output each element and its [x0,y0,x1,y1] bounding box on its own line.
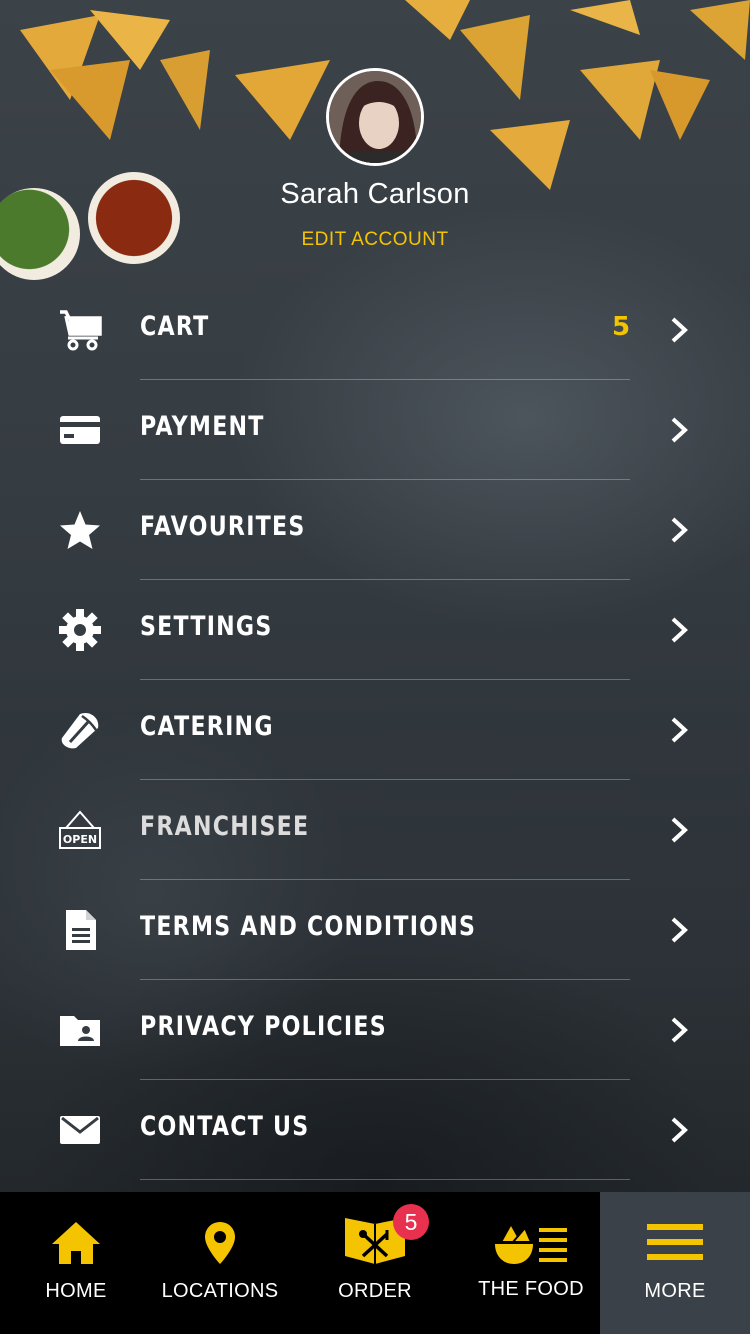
hamburger-icon [647,1224,703,1260]
open-sign-icon: OPEN [58,808,102,852]
menu-item-label: PAYMENT [140,411,265,442]
chevron-right-icon [671,1117,688,1143]
menu-item-label: FAVOURITES [140,511,306,542]
gear-icon [58,608,102,652]
cart-count-badge: 5 [612,312,631,342]
chevron-right-icon [671,917,688,943]
tab-label: THE FOOD [478,1278,584,1300]
menu-item-settings[interactable]: SETTINGS [0,580,750,680]
menu-item-label: CART [140,311,210,342]
menu-item-label: FRANCHISEE [140,811,310,842]
open-sign-text: OPEN [63,833,97,846]
chevron-right-icon [671,617,688,643]
chevron-right-icon [671,517,688,543]
avatar[interactable] [326,68,424,166]
menu-item-favourites[interactable]: FAVOURITES [0,480,750,580]
burrito-icon [58,708,102,752]
menu-item-label: CATERING [140,711,274,742]
cart-icon [58,308,102,352]
document-icon [58,908,102,952]
chevron-right-icon [671,417,688,443]
profile-header: Sarah Carlson EDIT ACCOUNT [0,68,750,251]
chevron-right-icon [671,717,688,743]
user-photo-image [329,71,421,163]
menu-item-franchisee[interactable]: OPEN FRANCHISEE [0,780,750,880]
food-list-icon [495,1221,567,1264]
mail-icon [58,1108,102,1152]
credit-card-icon [58,408,102,452]
tab-home[interactable]: HOME [0,1192,152,1334]
divider [140,1179,630,1180]
menu-item-label: CONTACT US [140,1111,310,1142]
menu-item-label: TERMS AND CONDITIONS [140,911,477,942]
chevron-right-icon [671,817,688,843]
tab-order[interactable]: 5 ORDER [288,1192,462,1334]
location-pin-icon [205,1222,235,1264]
home-icon [52,1222,100,1264]
menu-item-cart[interactable]: CART 5 [0,280,750,380]
folder-user-icon [58,1008,102,1052]
menu-item-privacy[interactable]: PRIVACY POLICIES [0,980,750,1080]
menu-item-label: SETTINGS [140,611,273,642]
tab-label: HOME [45,1280,107,1302]
bottom-tab-bar: HOME LOCATIONS 5 ORDER THE FOOD MORE [0,1192,750,1334]
star-icon [58,508,102,552]
chevron-right-icon [671,317,688,343]
edit-account-link[interactable]: EDIT ACCOUNT [301,229,448,251]
tab-more[interactable]: MORE [600,1192,750,1334]
more-menu: CART 5 PAYMENT FAVOURITES SETTINGS CATER… [0,280,750,1180]
tab-locations[interactable]: LOCATIONS [152,1192,288,1334]
menu-item-label: PRIVACY POLICIES [140,1011,387,1042]
menu-item-payment[interactable]: PAYMENT [0,380,750,480]
menu-item-catering[interactable]: CATERING [0,680,750,780]
chevron-right-icon [671,1017,688,1043]
tab-label: ORDER [338,1280,412,1302]
order-count-badge: 5 [393,1204,429,1240]
user-name: Sarah Carlson [280,178,470,210]
tab-the-food[interactable]: THE FOOD [462,1192,600,1334]
menu-item-terms[interactable]: TERMS AND CONDITIONS [0,880,750,980]
tab-label: MORE [644,1280,706,1302]
menu-item-contact[interactable]: CONTACT US [0,1080,750,1180]
tab-label: LOCATIONS [161,1280,279,1302]
